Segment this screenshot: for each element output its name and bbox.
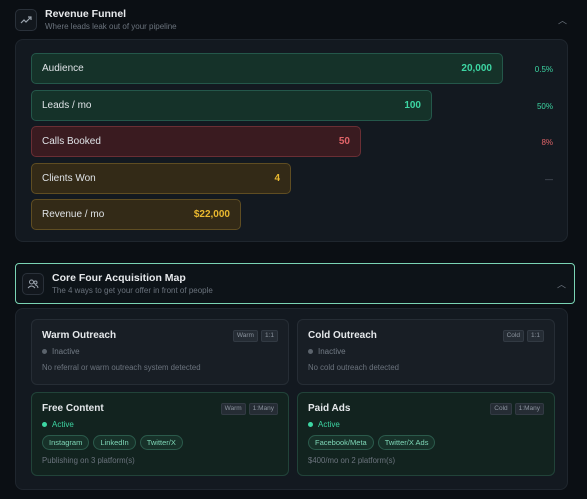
section-subtitle: Where leads leak out of your pipeline (45, 22, 177, 31)
conversion-pct: — (545, 175, 553, 184)
core-four-header[interactable]: Core Four Acquisition Map The 4 ways to … (15, 263, 575, 304)
tag-temperature: Cold (502, 330, 524, 342)
funnel-bar-leads: Leads / mo 100 (31, 90, 432, 121)
status-text: Active (52, 420, 74, 429)
tag-temperature: Warm (220, 403, 246, 415)
bar-value: 100 (404, 100, 421, 111)
funnel-panel: Audience 20,000 0.5% Leads / mo 100 50% … (15, 39, 568, 242)
status-indicator: Inactive (308, 347, 544, 356)
section-title: Revenue Funnel (45, 8, 127, 20)
bar-label: Calls Booked (42, 136, 101, 147)
conversion-pct: 8% (541, 138, 553, 147)
platform-pill: Twitter/X (139, 435, 183, 450)
tag-ratio: 1:1 (526, 330, 544, 342)
bar-label: Revenue / mo (42, 209, 105, 220)
chevron-up-icon[interactable]: ︿ (558, 14, 567, 27)
status-dot-icon (42, 422, 47, 427)
trending-up-icon (15, 9, 37, 31)
status-dot-icon (42, 349, 47, 354)
bar-label: Audience (42, 63, 84, 74)
tag-ratio: 1:1 (260, 330, 278, 342)
platform-pill: Instagram (42, 435, 90, 450)
status-text: Inactive (52, 347, 80, 356)
bar-value: 20,000 (461, 63, 492, 74)
core-four-panel: Warm Outreach Warm 1:1 Inactive No refer… (15, 308, 568, 490)
status-indicator: Active (308, 420, 544, 429)
chevron-up-icon[interactable]: ︿ (557, 277, 566, 290)
bar-value: $22,000 (193, 209, 230, 220)
card-description: No referral or warm outreach system dete… (42, 363, 201, 372)
users-icon (22, 272, 44, 295)
bar-value: 50 (338, 136, 350, 147)
card-description: No cold outreach detected (308, 363, 400, 372)
platform-pill: Twitter/X Ads (377, 435, 436, 450)
status-indicator: Inactive (42, 347, 278, 356)
funnel-bar-calls: Calls Booked 50 (31, 126, 361, 157)
bar-value: 4 (274, 173, 280, 184)
platform-pill: LinkedIn (93, 435, 136, 450)
bar-label: Leads / mo (42, 100, 92, 111)
conversion-pct: 50% (536, 102, 553, 111)
status-dot-icon (308, 422, 313, 427)
funnel-bar-clients: Clients Won 4 (31, 163, 291, 194)
tag-ratio: 1:Many (248, 403, 278, 415)
channel-card-paid-ads[interactable]: Paid Ads Cold 1:Many Active Facebook/Met… (297, 392, 555, 476)
channel-card-warm-outreach[interactable]: Warm Outreach Warm 1:1 Inactive No refer… (31, 319, 289, 385)
funnel-bar-audience: Audience 20,000 (31, 53, 503, 84)
conversion-pct: 0.5% (534, 65, 553, 74)
status-dot-icon (308, 349, 313, 354)
revenue-funnel-header[interactable]: Revenue Funnel Where leads leak out of y… (15, 6, 575, 34)
funnel-bar-revenue: Revenue / mo $22,000 (31, 199, 241, 230)
status-indicator: Active (42, 420, 278, 429)
tag-temperature: Warm (232, 330, 258, 342)
channel-card-free-content[interactable]: Free Content Warm 1:Many Active Instagra… (31, 392, 289, 476)
section-subtitle: The 4 ways to get your offer in front of… (52, 285, 213, 295)
card-description: Publishing on 3 platform(s) (42, 456, 135, 465)
card-description: $400/mo on 2 platform(s) (308, 456, 396, 465)
tag-temperature: Cold (490, 403, 512, 415)
status-text: Active (318, 420, 340, 429)
section-title: Core Four Acquisition Map (52, 271, 186, 284)
tag-ratio: 1:Many (514, 403, 544, 415)
bar-label: Clients Won (42, 173, 96, 184)
channel-card-cold-outreach[interactable]: Cold Outreach Cold 1:1 Inactive No cold … (297, 319, 555, 385)
platform-pill: Facebook/Meta (308, 435, 374, 450)
status-text: Inactive (318, 347, 346, 356)
